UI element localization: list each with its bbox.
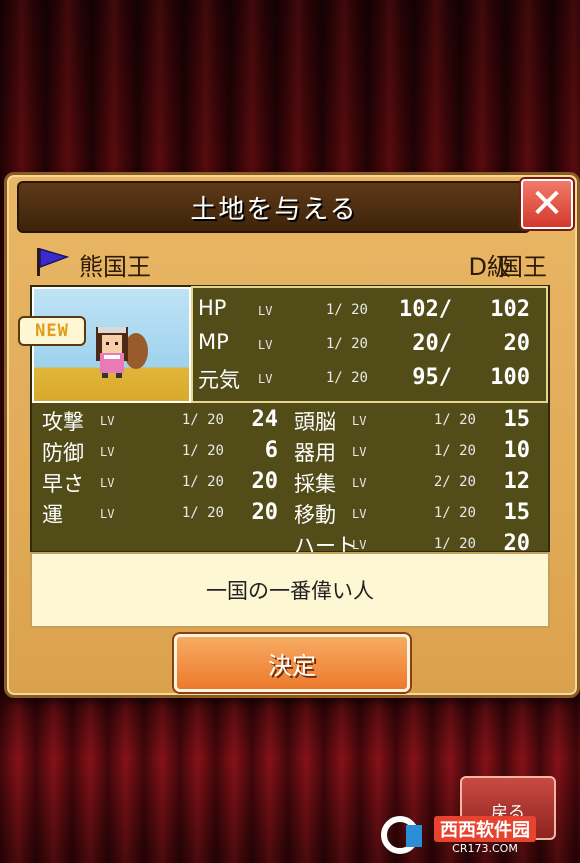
stat-left-row: 攻撃 LV 1/ 20 24 — [42, 406, 282, 436]
stat-value: 20 — [251, 469, 279, 494]
level-value: 1/ 20 — [181, 474, 224, 490]
character-name: 熊国王 — [79, 253, 151, 281]
stat-right-row: 採集 LV 2/ 20 12 — [294, 468, 534, 498]
hp-mp-row: MP LV 1/ 20 20/20 — [198, 330, 538, 360]
stat-current: 102/ — [399, 297, 452, 322]
level-value: 1/ 20 — [325, 370, 368, 386]
stat-right-row: 頭脳 LV 1/ 20 15 — [294, 406, 534, 436]
stat-current: 95/ — [412, 365, 452, 390]
watermark-brand: 西西软件园 — [434, 815, 536, 842]
level-label: LV — [100, 507, 115, 521]
stat-label: 早さ — [42, 472, 84, 496]
level-value: 1/ 20 — [181, 505, 224, 521]
title-bar: 土地を与える — [17, 181, 531, 233]
watermark: 西西软件园 CR173.COM — [380, 812, 576, 858]
confirm-button[interactable]: 決定 — [174, 634, 410, 692]
stat-left-row: 防御 LV 1/ 20 6 — [42, 437, 282, 467]
character-header: 熊国王 D級 国王 — [35, 245, 547, 281]
close-button[interactable]: ✕ — [521, 179, 573, 229]
level-value: 1/ 20 — [433, 412, 476, 428]
level-label: LV — [100, 414, 115, 428]
level-label: LV — [258, 338, 273, 352]
stat-value: 15 — [503, 407, 531, 432]
stat-left-row: 早さ LV 1/ 20 20 — [42, 468, 282, 498]
level-label: LV — [352, 445, 367, 459]
stat-label: 器用 — [294, 441, 336, 465]
description-box: 一国の一番偉い人 — [30, 552, 550, 628]
stat-label: MP — [198, 330, 229, 354]
level-value: 1/ 20 — [433, 505, 476, 521]
stat-value: 20 — [251, 500, 279, 525]
watermark-logo-icon — [381, 816, 422, 854]
level-value: 1/ 20 — [181, 412, 224, 428]
stat-value: 10 — [503, 438, 531, 463]
stat-label: 攻撃 — [42, 410, 84, 434]
description-text: 一国の一番偉い人 — [206, 579, 374, 603]
hp-mp-row: HP LV 1/ 20 102/102 — [198, 296, 538, 326]
stat-label: 移動 — [294, 503, 336, 527]
stat-label: 元気 — [198, 368, 240, 392]
level-label: LV — [352, 507, 367, 521]
level-value: 1/ 20 — [181, 443, 224, 459]
stat-label: HP — [198, 296, 227, 320]
stat-label: 頭脳 — [294, 410, 336, 434]
new-badge: NEW — [18, 316, 86, 346]
stat-current: 20/ — [412, 331, 452, 356]
stat-max: 20 — [503, 331, 531, 356]
stat-value: 6 — [264, 438, 278, 463]
close-icon: ✕ — [530, 181, 564, 227]
stat-label: 運 — [42, 503, 63, 527]
stat-value: 24 — [251, 407, 279, 432]
dialog-title: 土地を与える — [190, 194, 358, 225]
stat-right-row: 器用 LV 1/ 20 10 — [294, 437, 534, 467]
stat-max: 100 — [490, 365, 530, 390]
stat-right-row: 移動 LV 1/ 20 15 — [294, 499, 534, 529]
stat-label: 採集 — [294, 472, 336, 496]
level-label: LV — [100, 445, 115, 459]
level-value: 1/ 20 — [433, 443, 476, 459]
level-label: LV — [352, 538, 367, 552]
stat-value: 15 — [503, 500, 531, 525]
stat-max: 102 — [490, 297, 530, 322]
level-label: LV — [352, 414, 367, 428]
hp-mp-row: 元気 LV 1/ 20 95/100 — [198, 364, 538, 394]
watermark-url: CR173.COM — [452, 841, 518, 855]
stat-left-row: 運 LV 1/ 20 20 — [42, 499, 282, 529]
flag-icon — [37, 247, 69, 276]
stat-value: 12 — [503, 469, 531, 494]
level-label: LV — [258, 304, 273, 318]
level-label: LV — [352, 476, 367, 490]
level-value: 2/ 20 — [433, 474, 476, 490]
character-role: 国王 — [499, 253, 547, 281]
level-label: LV — [100, 476, 115, 490]
level-value: 1/ 20 — [325, 336, 368, 352]
level-value: 1/ 20 — [325, 302, 368, 318]
confirm-label: 決定 — [268, 651, 316, 680]
stat-label: 防御 — [42, 441, 84, 465]
level-value: 1/ 20 — [433, 536, 476, 552]
level-label: LV — [258, 372, 273, 386]
